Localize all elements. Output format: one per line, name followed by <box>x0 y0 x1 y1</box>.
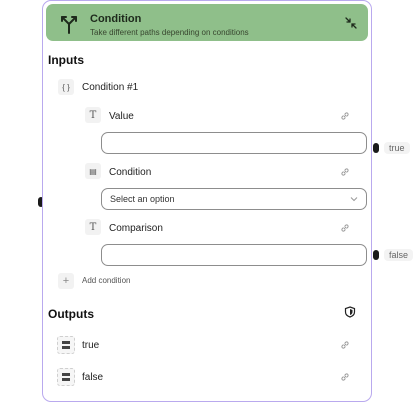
collapse-arrows-icon[interactable] <box>344 16 358 30</box>
condition-select[interactable]: Select an option <box>101 188 367 210</box>
add-condition-button[interactable]: Add condition <box>82 276 130 285</box>
false-port-handle[interactable] <box>373 250 379 260</box>
link-icon[interactable] <box>339 222 351 234</box>
comparison-field-label: Comparison <box>109 223 163 234</box>
output-true-label: true <box>82 340 100 351</box>
link-icon[interactable] <box>339 339 351 351</box>
output-false-label: false <box>82 372 104 383</box>
condition-select-value: Select an option <box>110 194 175 204</box>
outputs-title: Outputs <box>48 307 94 321</box>
node-title: Condition <box>90 13 142 25</box>
shield-icon[interactable] <box>344 306 356 318</box>
condition-node[interactable]: Condition Take different paths depending… <box>42 0 372 402</box>
true-port-label: true <box>384 142 410 154</box>
output-type-icon <box>57 336 75 354</box>
text-type-icon: T <box>85 219 101 235</box>
true-port-handle[interactable] <box>373 143 379 153</box>
condition-field-label: Condition <box>109 167 152 178</box>
link-icon[interactable] <box>339 110 351 122</box>
list-type-icon: ▤ <box>85 163 101 179</box>
false-port-label: false <box>384 249 414 261</box>
node-subtitle: Take different paths depending on condit… <box>90 28 249 37</box>
output-type-icon <box>57 368 75 386</box>
value-input[interactable] <box>101 132 367 154</box>
node-header: Condition Take different paths depending… <box>46 4 368 41</box>
link-icon[interactable] <box>339 371 351 383</box>
braces-icon: { } <box>58 79 74 95</box>
plus-icon[interactable]: + <box>58 273 74 289</box>
comparison-input[interactable] <box>101 244 367 266</box>
text-type-icon: T <box>85 107 101 123</box>
condition-group-label: Condition #1 <box>82 82 139 93</box>
inputs-title: Inputs <box>48 53 84 67</box>
split-paths-icon <box>61 16 77 34</box>
value-field-label: Value <box>109 111 134 122</box>
link-icon[interactable] <box>339 166 351 178</box>
chevron-down-icon <box>350 197 358 202</box>
